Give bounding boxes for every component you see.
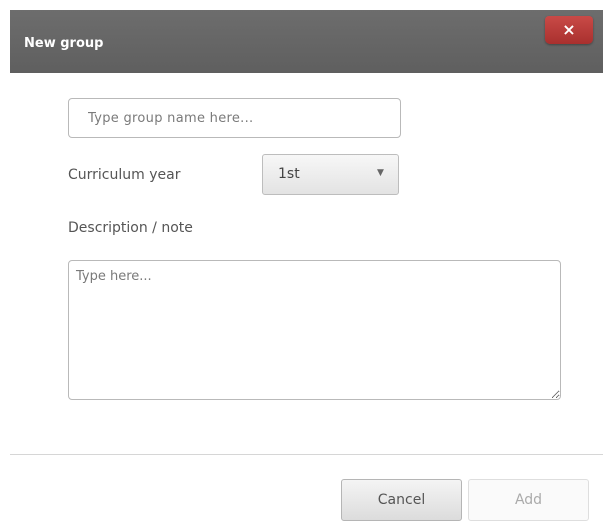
curriculum-year-value: 1st — [278, 166, 300, 182]
close-button[interactable]: × — [545, 16, 593, 44]
dialog-titlebar: New group × — [10, 10, 603, 73]
dialog-footer: Cancel Add — [10, 454, 603, 528]
curriculum-year-select[interactable]: 1st ▼ — [262, 154, 399, 195]
chevron-down-icon: ▼ — [377, 168, 384, 178]
curriculum-year-label: Curriculum year — [68, 167, 181, 183]
dialog-title: New group — [24, 36, 104, 51]
description-label: Description / note — [68, 220, 193, 236]
cancel-button[interactable]: Cancel — [341, 479, 462, 521]
add-button[interactable]: Add — [468, 479, 589, 521]
description-textarea[interactable] — [68, 260, 561, 400]
new-group-dialog: New group × Curriculum year 1st ▼ Descri… — [10, 10, 603, 528]
dialog-body: Curriculum year 1st ▼ Description / note — [10, 73, 603, 454]
close-icon: × — [562, 20, 576, 39]
group-name-input[interactable] — [68, 98, 401, 138]
